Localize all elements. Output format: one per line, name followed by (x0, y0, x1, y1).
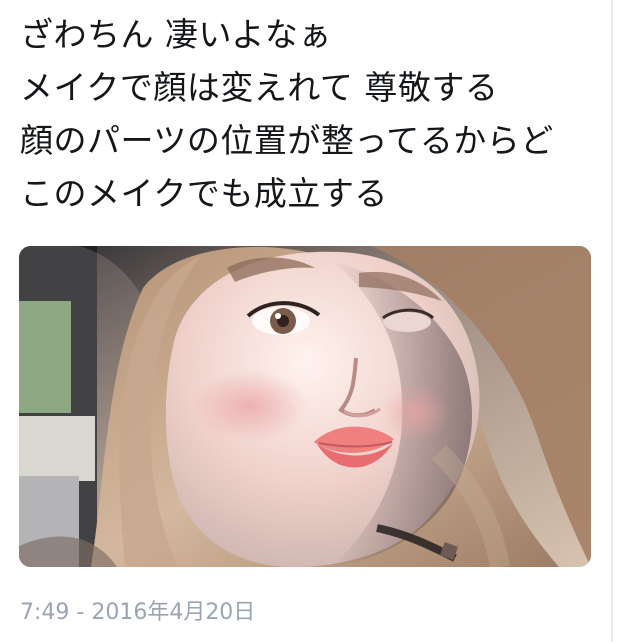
tweet-text-line: ざわちん 凄いよなぁ (20, 15, 332, 54)
tweet-photo[interactable] (19, 246, 591, 567)
tweet-card: ざわちん 凄いよなぁ メイクで顔は変えれて 尊敬する 顔のパーツの位置が整ってる… (0, 0, 611, 642)
tweet-text-line: 顔のパーツの位置が整ってるからど (20, 121, 554, 160)
tweet-text-line: メイクで顔は変えれて 尊敬する (20, 68, 499, 107)
tweet-timestamp[interactable]: 7:49 - 2016年4月20日 (20, 598, 255, 628)
portrait-photo (19, 246, 591, 567)
tweet-text: ざわちん 凄いよなぁ メイクで顔は変えれて 尊敬する 顔のパーツの位置が整ってる… (20, 8, 600, 220)
card-divider (611, 0, 613, 642)
tweet-text-line: このメイクでも成立する (20, 174, 388, 213)
